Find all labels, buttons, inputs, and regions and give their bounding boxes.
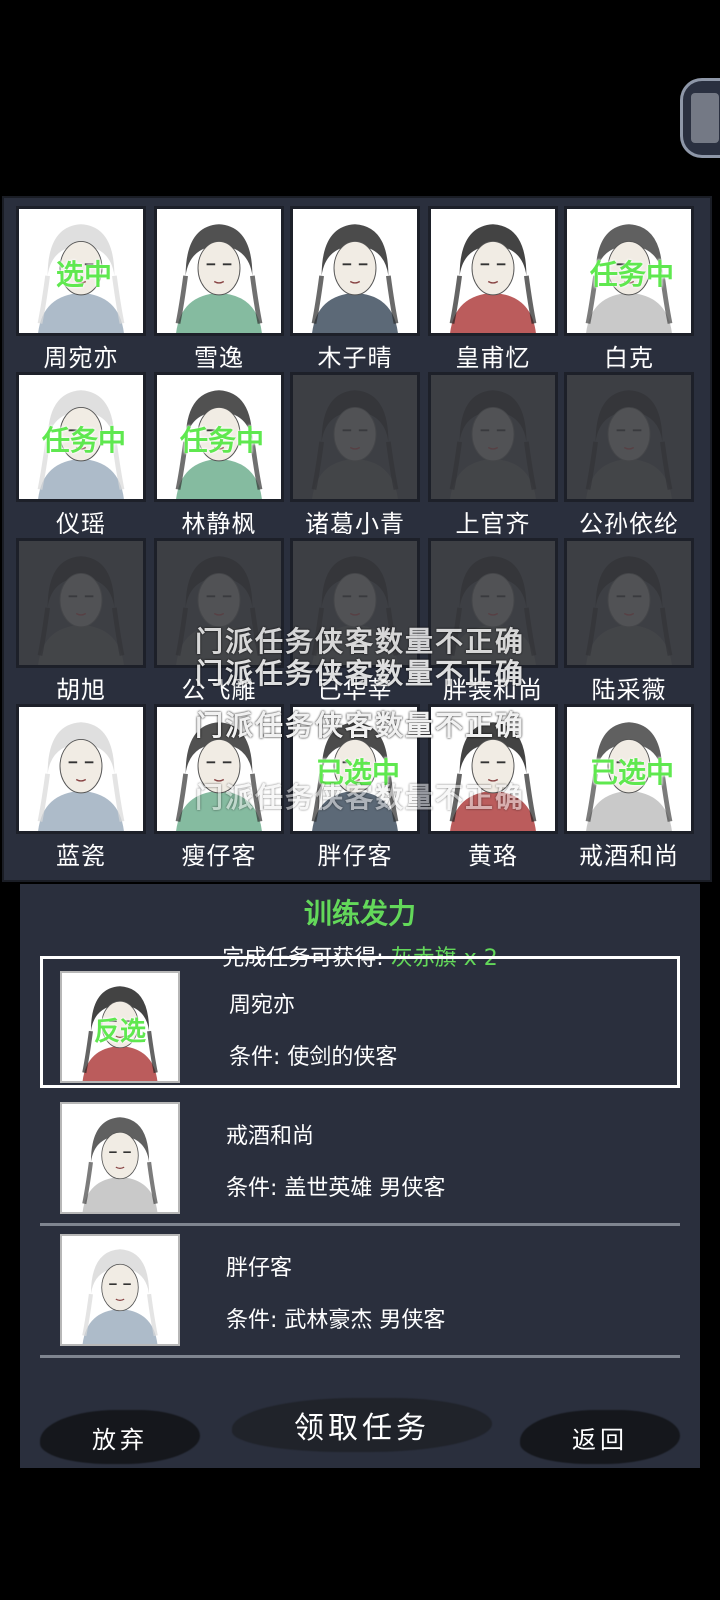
requirement-slot[interactable]: 胖仔客条件: 武林豪杰 男侠客 [40, 1222, 680, 1358]
hero-portrait [290, 372, 420, 502]
side-menu-tab[interactable] [680, 78, 720, 158]
hero-card[interactable]: 上官齐 [428, 372, 558, 540]
requirement-condition: 条件: 武林豪杰 男侠客 [226, 1308, 446, 1333]
hero-name: 胖仔客 [317, 842, 393, 870]
hero-portrait: 任务中 [154, 372, 284, 502]
toast-message: 门派任务侠客数量不正确 [194, 709, 525, 742]
hero-name: 戒酒和尚 [579, 842, 679, 870]
hero-card[interactable]: 任务中 白克 [564, 206, 694, 374]
hero-card[interactable]: 选中 周宛亦 [16, 206, 146, 374]
deselect-badge: 反选 [93, 1017, 146, 1047]
back-button[interactable]: 返回 [520, 1410, 680, 1464]
hero-card[interactable]: 皇甫忆 [428, 206, 558, 374]
task-title: 训练发力 [303, 897, 416, 930]
hero-status-badge: 任务中 [589, 258, 674, 291]
task-panel: 训练发力 完成任务可获得: 灰赤旗 x 2 反选 周宛亦 条件: 使剑的侠客 戒酒和尚… [20, 884, 700, 1468]
hero-card[interactable]: 雪逸 [154, 206, 284, 374]
requirement-hero-name: 周宛亦 [229, 993, 296, 1018]
hero-name: 皇甫忆 [455, 344, 531, 372]
hero-portrait: 任务中 [564, 206, 694, 336]
hero-card[interactable]: 任务中 林静枫 [154, 372, 284, 540]
hero-portrait [564, 372, 694, 502]
requirement-portrait [60, 1234, 180, 1346]
hero-name: 白克 [604, 344, 654, 372]
hero-portrait [154, 206, 284, 336]
hero-card[interactable]: 木子晴 [290, 206, 420, 374]
accept-task-button[interactable]: 领取任务 [232, 1398, 492, 1452]
requirement-condition: 条件: 盖世英雄 男侠客 [226, 1176, 446, 1201]
requirement-slot[interactable]: 戒酒和尚条件: 盖世英雄 男侠客 [40, 1090, 680, 1226]
hero-name: 黄珞 [468, 842, 518, 870]
row-divider [40, 1355, 680, 1358]
requirement-hero-name: 戒酒和尚 [226, 1124, 315, 1149]
hero-portrait [290, 206, 420, 336]
hero-portrait: 选中 [16, 206, 146, 336]
hero-name: 瘦仔客 [181, 842, 257, 870]
hero-name: 上官齐 [455, 510, 531, 538]
hero-name: 仪瑶 [56, 510, 106, 538]
hero-name: 公孙依纶 [579, 510, 679, 538]
hero-name: 木子晴 [317, 344, 393, 372]
hero-status-badge: 任务中 [41, 424, 126, 457]
hero-name: 林静枫 [181, 510, 257, 538]
hero-portrait: 任务中 [16, 372, 146, 502]
hero-name: 周宛亦 [43, 344, 119, 372]
requirement-slot[interactable]: 反选 周宛亦条件: 使剑的侠客 [40, 956, 680, 1088]
hero-status-badge: 任务中 [179, 424, 264, 457]
requirement-portrait: 反选 [60, 971, 180, 1083]
requirement-hero-name: 胖仔客 [226, 1256, 293, 1281]
hero-name: 雪逸 [194, 344, 244, 372]
requirement-condition: 条件: 使剑的侠客 [229, 1045, 398, 1070]
hero-card[interactable]: 公孙依纶 [564, 372, 694, 540]
hero-name: 蓝瓷 [56, 842, 106, 870]
scroll-icon [691, 93, 719, 143]
hero-name: 诸葛小青 [305, 510, 405, 538]
hero-card[interactable]: 任务中 仪瑶 [16, 372, 146, 540]
hero-portrait [428, 372, 558, 502]
hero-card[interactable]: 诸葛小青 [290, 372, 420, 540]
toast-message: 门派任务侠客数量不正确 [194, 657, 525, 690]
hero-status-badge: 选中 [55, 258, 112, 291]
hero-portrait [428, 206, 558, 336]
toast-message: 门派任务侠客数量不正确 [194, 781, 525, 814]
requirement-portrait [60, 1102, 180, 1214]
abandon-button[interactable]: 放弃 [40, 1410, 200, 1464]
